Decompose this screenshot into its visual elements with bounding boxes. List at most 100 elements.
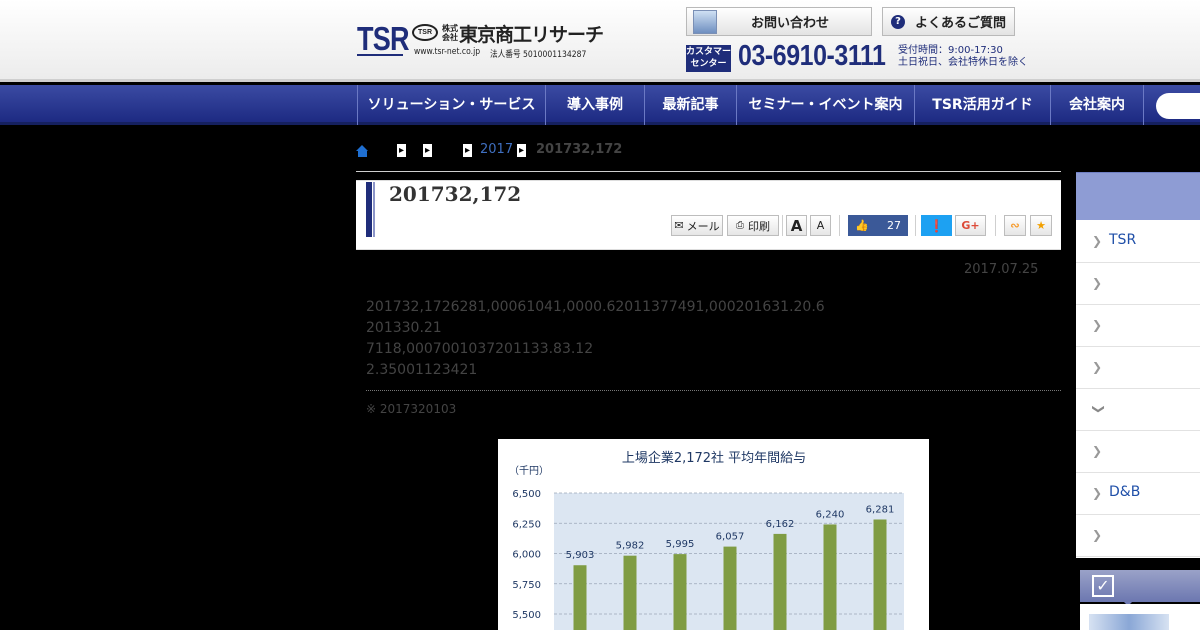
nav-item-seminars[interactable]: セミナー・イベント案内 [736,85,914,125]
sidebar-item[interactable]: ❯ TSR [1076,221,1200,263]
phone-number[interactable]: 03-6910-3111 [738,40,886,73]
chevron-right-icon: ❯ [1092,444,1103,458]
chart-title: 上場企業2,172社 平均年間給与 [622,450,806,466]
toolbar-divider [915,215,916,236]
y-tick-label: 6,000 [512,550,541,561]
bar-value-label: 6,057 [716,532,745,543]
nav-item-company[interactable]: 会社案内 [1050,85,1144,125]
nav-item-latest[interactable]: 最新記事 [644,85,736,125]
faq-button[interactable]: ? よくあるご質問 [882,7,1015,36]
article-title: 201732,172 [389,182,522,206]
chart-svg: 上場企業2,172社 平均年間給与 （千円） 5,500 5,750 6,000 6,… [509,450,904,630]
checkbox-icon: ✓ [1092,575,1114,597]
nav-item-guide[interactable]: TSR活用ガイド [914,85,1050,125]
toolbar-divider [839,215,840,236]
thumbs-up-icon: 👍 [855,219,869,232]
twitter-icon: ❗ [929,218,944,233]
body-line: 201330.21 [366,320,442,336]
site-url: www.tsr-net.co.jp [414,47,481,57]
corporate-number: 法人番号 5010001134287 [490,50,587,60]
contact-label: お問い合わせ [751,16,830,31]
sidebar-item-label: TSR [1109,232,1137,248]
rss-icon: ∾ [1010,219,1020,232]
breadcrumb-year[interactable]: 2017 [480,142,513,157]
chevron-right-icon: ▸ [517,144,526,157]
article-note: ※ 2017320103 [366,402,457,416]
y-tick-label: 6,250 [512,519,541,530]
body-line: 7118,0007001037201133.83.12 [366,341,594,357]
bar-value-label: 5,995 [666,539,695,550]
company-type: 株式会社 [442,24,458,42]
nav-item-solutions[interactable]: ソリューション・サービス [357,85,545,125]
chevron-right-icon: ▸ [423,144,432,157]
chart-bar [823,524,837,630]
toolbar-divider [995,215,996,236]
chart-ylabel: （千円） [509,465,549,477]
sidebar-item[interactable]: ❯ [1076,389,1200,431]
mail-share-button[interactable]: ✉ メール [671,215,723,236]
search-input[interactable] [1156,93,1200,119]
tsr-logo[interactable]: TSR [357,20,409,58]
sidebar-item[interactable]: ❯ [1076,263,1200,305]
rss-button[interactable]: ∾ [1004,215,1026,236]
sidebar-item-label: D&B [1109,484,1141,500]
mail-icon: ✉ [674,219,684,232]
chevron-right-icon: ❯ [1092,360,1103,374]
breadcrumb-current: 201732,172 [536,142,623,157]
breadcrumb [356,142,369,160]
star-icon: ★ [1036,219,1046,232]
sidebar-item[interactable]: ❯ [1076,431,1200,473]
logo-underline [357,54,403,56]
body-divider [366,390,1061,391]
sidebar-header [1076,172,1200,220]
chevron-right-icon: ❯ [1092,276,1103,290]
facebook-like-button[interactable]: 👍 27 [848,215,908,236]
font-large-button[interactable]: A [786,215,807,236]
salary-chart: 上場企業2,172社 平均年間給与 （千円） 5,500 5,750 6,000 6,… [498,439,929,630]
contact-button[interactable]: お問い合わせ [686,7,872,36]
nav-item-cases[interactable]: 導入事例 [545,85,644,125]
y-tick-label: 5,750 [512,580,541,591]
mail-label: メール [686,219,720,233]
print-icon: ⎙ [736,220,744,231]
body-line: 201732,1726281,00061041,0000.62011377491… [366,299,825,315]
faq-label: よくあるご質問 [915,16,1007,31]
contact-icon [693,9,717,34]
twitter-share-button[interactable]: ❗ [921,215,952,236]
print-button[interactable]: ⎙ 印刷 [727,215,779,236]
sidebar-item[interactable]: ❯ [1076,305,1200,347]
bar-value-label: 5,903 [566,550,595,561]
chevron-right-icon: ▸ [397,144,406,157]
company-name[interactable]: 東京商工リサーチ [459,20,604,47]
chevron-right-icon: ▸ [463,144,472,157]
customer-center-badge: カスタマーセンター [686,45,731,72]
widget-thumbnail[interactable] [1089,614,1169,630]
sidebar-item[interactable]: ❯ [1076,515,1200,557]
toolbar-divider [782,215,783,236]
chevron-right-icon: ❯ [1092,486,1103,500]
business-hours: 受付時間：9:00-17:30 土日祝日、会社特休日を除く [898,45,1028,69]
page-root: TSR TSR 株式会社 東京商工リサーチ www.tsr-net.co.jp … [0,0,1200,630]
home-icon[interactable] [356,145,369,157]
hours-line: 受付時間：9:00-17:30 [898,45,1003,56]
chevron-right-icon: ❯ [1092,234,1103,248]
favorite-button[interactable]: ★ [1030,215,1052,236]
body-line: 2.35001123421 [366,362,478,378]
sidebar-item[interactable]: ❯ [1076,347,1200,389]
chart-bar [773,533,787,630]
title-divider [356,171,1061,172]
bar-value-label: 5,982 [616,541,645,552]
chart-bar [673,554,687,630]
title-accent [373,182,375,237]
article-body: 201732,1726281,00061041,0000.62011377491… [366,297,825,381]
sidebar-item[interactable]: ❯ D&B [1076,473,1200,515]
question-icon: ? [891,14,905,29]
company-emblem: TSR [412,24,438,41]
print-label: 印刷 [748,219,770,233]
font-small-button[interactable]: A [810,215,831,236]
chevron-right-icon: ❯ [1092,528,1103,542]
google-plus-button[interactable]: G+ [955,215,986,236]
chart-bar [723,546,737,630]
chart-bar [623,555,637,630]
site-header: TSR TSR 株式会社 東京商工リサーチ www.tsr-net.co.jp … [0,0,1200,82]
